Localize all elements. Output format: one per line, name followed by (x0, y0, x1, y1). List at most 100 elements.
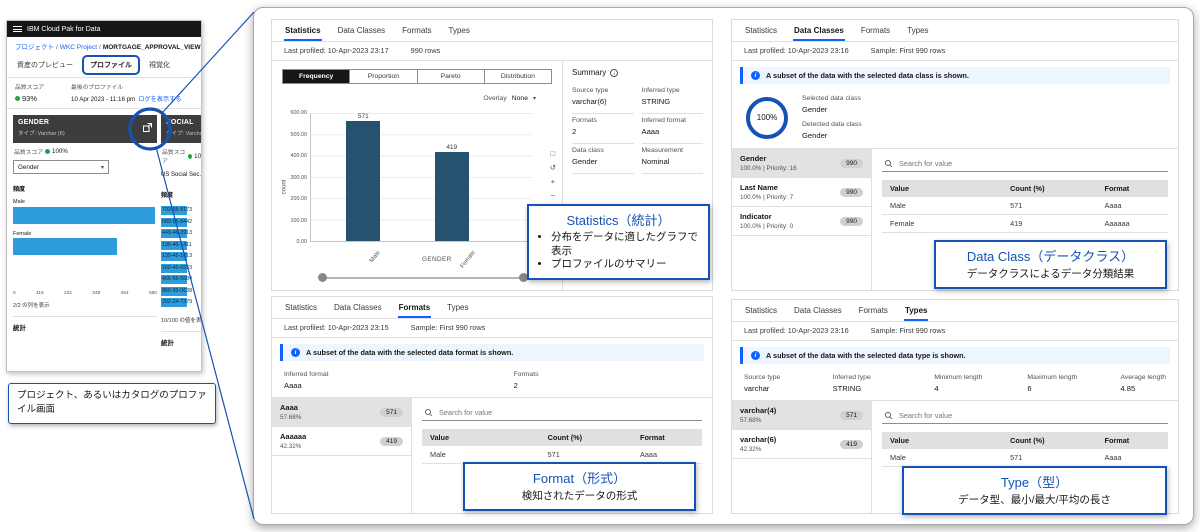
info-banner: i A subset of the data with the selected… (280, 344, 704, 361)
view-log-link[interactable]: ログを表示する (138, 96, 181, 103)
tab-statistics[interactable]: Statistics (284, 20, 322, 41)
zoom-in-icon[interactable]: + (550, 177, 556, 186)
info-icon[interactable]: i (610, 68, 619, 77)
annotation-type: Type（型） データ型、最小/最大/平均の長さ (902, 466, 1167, 516)
tab-formats[interactable]: Formats (397, 297, 432, 318)
frequency-label: 頻度 (161, 193, 174, 199)
toggle-proportion[interactable]: Proportion (350, 70, 418, 83)
annotation-profile-screen: プロジェクト、あるいはカタログのプロファイル画面 (8, 383, 216, 424)
breadcrumb-project[interactable]: プロジェクト (15, 44, 54, 51)
last-profiled: Last profiled: 10-Apr-2023 23:17 (284, 46, 389, 55)
quality-green-dot (188, 153, 193, 159)
tab-types[interactable]: Types (448, 20, 471, 41)
list-item-varchar4[interactable]: varchar(4) 57.68% 571 (732, 401, 871, 430)
tab-data-classes[interactable]: Data Classes (793, 20, 845, 41)
info-icon: i (751, 351, 760, 360)
value-list-item: 202-24-7379 (161, 298, 193, 307)
format-list: Aaaa 57.68% 571 Aaaaaa 42.32% 419 (272, 398, 412, 513)
search-input[interactable] (899, 411, 1166, 420)
select-tool-icon[interactable]: □ (550, 149, 556, 158)
list-item-gender[interactable]: Gender 100.0% | Priority: 16 990 (732, 149, 871, 178)
sample-info: Sample: First 990 rows (870, 46, 946, 55)
col-quality-label: 品質スコア (14, 150, 43, 156)
tab-types[interactable]: Types (903, 300, 929, 321)
tab-asset-preview[interactable]: 資産のプレビュー (13, 56, 77, 74)
y-axis-title: count (281, 179, 288, 195)
tab-formats[interactable]: Formats (860, 20, 891, 41)
reset-zoom-icon[interactable]: ↺ (550, 163, 556, 172)
overlay-select[interactable]: None (512, 95, 528, 102)
detected-data-class: Gender (802, 131, 828, 140)
x-tick-female: Female (460, 250, 478, 270)
table-row: Female 419 Aaaaaa (882, 214, 1168, 233)
value-list-item: 135-46-1411 (161, 240, 192, 250)
tab-formats[interactable]: Formats (858, 300, 889, 321)
max-length-value: 6 (1027, 384, 1032, 393)
info-banner: i A subset of the data with the selected… (740, 67, 1170, 84)
info-icon: i (291, 348, 300, 357)
chart-zoom-slider[interactable] (318, 273, 528, 282)
tab-types[interactable]: Types (446, 297, 469, 318)
search-input[interactable] (439, 408, 700, 417)
value-list-item: 466-55-5684 (161, 275, 193, 284)
rows-info: 990 rows (410, 46, 441, 55)
values-table: Value Count (%) Format Male 571 Aaaa Femal… (882, 180, 1168, 233)
list-item-indicator[interactable]: Indicator 100.0% | Priority: 0 990 (732, 207, 871, 236)
tab-profile[interactable]: プロファイル (82, 55, 140, 75)
toggle-frequency[interactable]: Frequency (283, 70, 351, 83)
column-card-social: SOCIAL タイプ: Varchar 品質スコア 100% US Social… (161, 115, 202, 347)
column-name: SOCIAL (166, 119, 194, 126)
zoom-out-icon[interactable]: − (550, 191, 556, 200)
ssn-dataclass-dropdown[interactable]: US Social Sec... (161, 169, 201, 180)
open-details-icon[interactable] (143, 119, 152, 137)
list-item-varchar6[interactable]: varchar(6) 42.32% 419 (732, 430, 871, 459)
hamburger-menu-icon[interactable] (13, 25, 22, 34)
value-list-item: 703-55-8173 (161, 206, 193, 215)
source-type-value: varchar (744, 384, 770, 393)
search-icon (884, 159, 893, 168)
tab-formats[interactable]: Formats (401, 20, 432, 41)
search-input[interactable] (899, 159, 1166, 168)
toggle-distribution[interactable]: Distribution (485, 70, 551, 83)
tab-data-classes[interactable]: Data Classes (333, 297, 383, 318)
last-profiled: Last profiled: 10-Apr-2023 23:15 (284, 323, 389, 332)
value-list-item: 089-55-8442 (161, 217, 193, 227)
statistics-section-label: 統計 (13, 325, 26, 332)
gender-card-header: GENDER タイプ: Varchar (6) (13, 115, 157, 143)
toggle-pareto[interactable]: Pareto (418, 70, 485, 83)
frequency-bar-female: Female (13, 231, 157, 255)
panel-tabbar: Statistics Data Classes Formats Types (272, 20, 712, 42)
tab-visualize[interactable]: 視覚化 (145, 56, 174, 74)
tab-statistics[interactable]: Statistics (284, 297, 318, 318)
quality-summary: 品質スコア 93% 最後のプロファイル 10 Apr 2023 - 11:16 … (7, 78, 201, 109)
min-length-value: 4 (934, 384, 939, 393)
gender-dataclass-dropdown[interactable]: Gender ▾ (13, 160, 109, 174)
column-name: GENDER (18, 119, 50, 126)
list-item-last-name[interactable]: Last Name 100.0% | Priority: 7 990 (732, 178, 871, 207)
plot-area: 571 419 Male Female (310, 113, 532, 269)
y-axis-ticks: 600.00 500.00 400.00 300.00 200.00 100.00 0.00 (290, 110, 308, 245)
count-badge: 990 (840, 158, 863, 168)
value-list-item: 860-93-0638 (161, 286, 193, 296)
data-class-value: Gender (572, 157, 598, 166)
table-row: Male 571 Aaaa (882, 449, 1168, 467)
values-shown-label: 10/100 の値を表示 (161, 318, 202, 324)
breadcrumb-wkc-project[interactable]: WKC Project (60, 44, 97, 51)
tab-data-classes[interactable]: Data Classes (337, 20, 387, 41)
data-class-match: 100% Selected data class Gender Detected … (732, 88, 1178, 148)
table-row: Male 571 Aaaa (882, 197, 1168, 215)
tab-statistics[interactable]: Statistics (744, 300, 778, 321)
tab-statistics[interactable]: Statistics (744, 20, 778, 41)
statistics-section-label: 統計 (161, 340, 174, 347)
slider-handle-left[interactable] (318, 273, 327, 282)
tab-types[interactable]: Types (906, 20, 929, 41)
list-item-format-aaaaaa[interactable]: Aaaaaa 42.32% 419 (272, 427, 411, 456)
tab-data-classes[interactable]: Data Classes (793, 300, 843, 321)
cloud-pak-window: IBM Cloud Pak for Data プロジェクト / WKC Projec… (6, 20, 202, 372)
annotation-format: Format（形式） 検知されたデータの形式 (463, 462, 696, 512)
list-item-format-aaaa[interactable]: Aaaa 57.68% 571 (272, 398, 411, 427)
count-badge: 571 (840, 410, 863, 420)
columns-shown-label: 2/2 の列を表示 (13, 303, 50, 309)
app-title: IBM Cloud Pak for Data (27, 25, 101, 33)
x-axis-title: GENDER (422, 256, 452, 263)
